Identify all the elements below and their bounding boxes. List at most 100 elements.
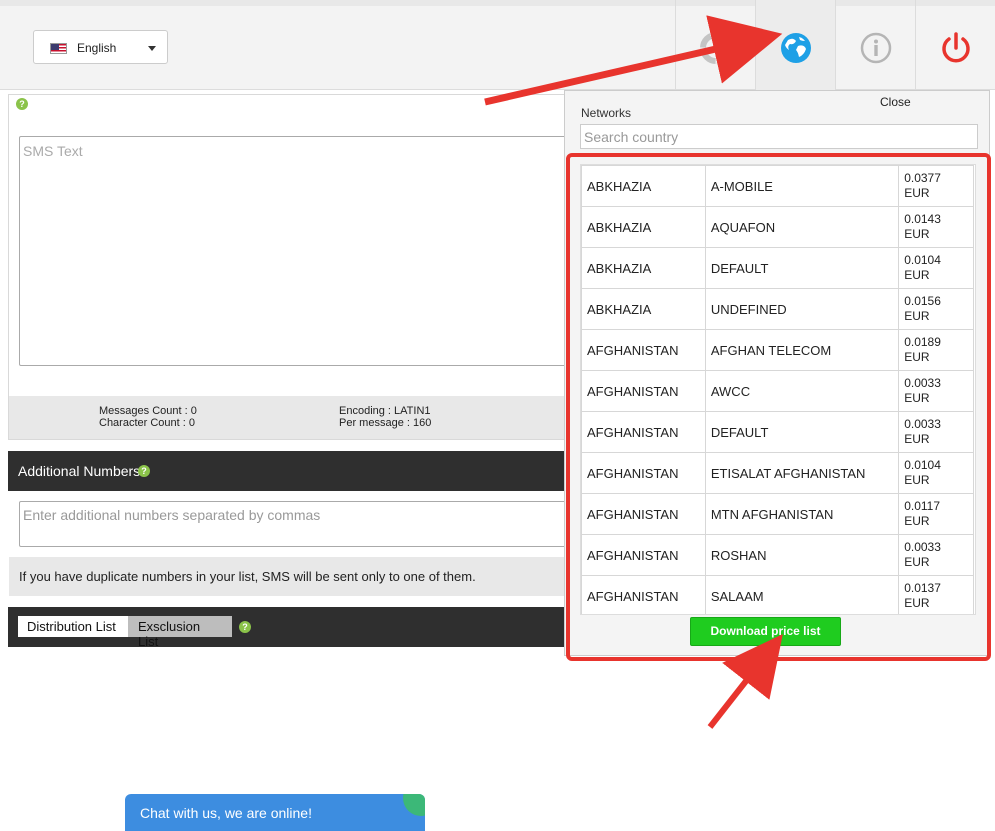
network-price: 0.0104 EUR bbox=[898, 247, 974, 289]
tab-exclusion-list[interactable]: Exsclusion List bbox=[128, 616, 232, 649]
help-icon[interactable]: ? bbox=[138, 465, 150, 477]
network-country: ABKHAZIA bbox=[581, 165, 706, 207]
network-country: ABKHAZIA bbox=[581, 206, 706, 248]
close-button[interactable]: Close bbox=[880, 95, 911, 109]
price-value: 0.0033 bbox=[904, 540, 941, 554]
network-price: 0.0137 EUR bbox=[898, 575, 974, 614]
price-currency: EUR bbox=[904, 473, 930, 487]
network-row: AFGHANISTAN MTN AFGHANISTAN 0.0117 EUR bbox=[581, 493, 974, 535]
messages-count: Messages Count : 0 bbox=[99, 405, 197, 417]
network-country: AFGHANISTAN bbox=[581, 534, 706, 576]
logout-button[interactable] bbox=[915, 0, 995, 96]
chevron-down-icon bbox=[148, 46, 156, 51]
help-icon[interactable]: ? bbox=[239, 621, 251, 633]
network-price: 0.0033 EUR bbox=[898, 370, 974, 412]
network-name: ROSHAN bbox=[704, 534, 900, 576]
network-price: 0.0117 EUR bbox=[898, 493, 974, 535]
arrow-to-download bbox=[707, 634, 783, 729]
chat-widget[interactable]: Chat with us, we are online! bbox=[125, 794, 425, 831]
networks-popup: Networks Close Search country ABKHAZIA A-… bbox=[564, 90, 990, 656]
network-price: 0.0104 EUR bbox=[898, 452, 974, 494]
network-price: 0.0033 EUR bbox=[898, 534, 974, 576]
additional-numbers-placeholder: Enter additional numbers separated by co… bbox=[23, 507, 321, 523]
network-price: 0.0143 EUR bbox=[898, 206, 974, 248]
price-currency: EUR bbox=[904, 350, 930, 364]
sms-text-input[interactable]: SMS Text bbox=[19, 136, 579, 366]
price-currency: EUR bbox=[904, 391, 930, 405]
network-row: AFGHANISTAN AWCC 0.0033 EUR bbox=[581, 370, 974, 412]
support-button[interactable] bbox=[675, 0, 755, 96]
price-value: 0.0156 bbox=[904, 294, 941, 308]
network-price: 0.0156 EUR bbox=[898, 288, 974, 330]
search-country-input[interactable]: Search country bbox=[580, 124, 978, 149]
tab-distribution-list[interactable]: Distribution List bbox=[18, 616, 128, 637]
price-value: 0.0104 bbox=[904, 458, 941, 472]
network-country: AFGHANISTAN bbox=[581, 370, 706, 412]
network-name: A-MOBILE bbox=[704, 165, 900, 207]
networks-table-scroll[interactable]: ABKHAZIA A-MOBILE 0.0377 EUR ABKHAZIA AQUAFON… bbox=[580, 164, 976, 615]
network-name: DEFAULT bbox=[704, 247, 900, 289]
price-currency: EUR bbox=[904, 309, 930, 323]
power-icon bbox=[941, 32, 970, 63]
language-select[interactable]: English bbox=[33, 30, 168, 64]
price-value: 0.0117 bbox=[904, 499, 940, 513]
message-stats: Messages Count : 0 Character Count : 0 E… bbox=[9, 396, 574, 439]
price-value: 0.0033 bbox=[904, 376, 941, 390]
chat-badge-icon bbox=[403, 794, 425, 816]
help-icon[interactable]: ? bbox=[16, 98, 28, 110]
download-price-list-button[interactable]: Download price list bbox=[690, 617, 841, 646]
network-row: ABKHAZIA A-MOBILE 0.0377 EUR bbox=[581, 165, 974, 207]
networks-button[interactable] bbox=[755, 0, 835, 96]
network-country: AFGHANISTAN bbox=[581, 575, 706, 614]
additional-numbers-header: Additional Numbers ? bbox=[8, 451, 574, 491]
network-row: ABKHAZIA UNDEFINED 0.0156 EUR bbox=[581, 288, 974, 330]
network-country: ABKHAZIA bbox=[581, 288, 706, 330]
price-currency: EUR bbox=[904, 596, 930, 610]
globe-icon bbox=[780, 33, 811, 63]
network-row: AFGHANISTAN DEFAULT 0.0033 EUR bbox=[581, 411, 974, 453]
price-currency: EUR bbox=[904, 514, 930, 528]
network-price: 0.0189 EUR bbox=[898, 329, 974, 371]
duplicate-note-text: If you have duplicate numbers in your li… bbox=[19, 569, 476, 584]
network-country: AFGHANISTAN bbox=[581, 411, 706, 453]
lists-header: Distribution List Exsclusion List ? bbox=[8, 607, 574, 649]
price-currency: EUR bbox=[904, 186, 930, 200]
network-price: 0.0377 EUR bbox=[898, 165, 974, 207]
language-label: English bbox=[77, 41, 117, 55]
additional-numbers-title: Additional Numbers bbox=[18, 463, 141, 479]
top-header: English bbox=[0, 0, 995, 96]
price-value: 0.0143 bbox=[904, 212, 941, 226]
networks-title: Networks bbox=[581, 106, 632, 120]
network-name: AFGHAN TELECOM bbox=[704, 329, 900, 371]
network-name: MTN AFGHANISTAN bbox=[704, 493, 900, 535]
price-value: 0.0033 bbox=[904, 417, 941, 431]
network-country: AFGHANISTAN bbox=[581, 452, 706, 494]
price-value: 0.0104 bbox=[904, 253, 941, 267]
network-row: AFGHANISTAN AFGHAN TELECOM 0.0189 EUR bbox=[581, 329, 974, 371]
network-row: ABKHAZIA DEFAULT 0.0104 EUR bbox=[581, 247, 974, 289]
network-name: AWCC bbox=[704, 370, 900, 412]
us-flag-icon bbox=[50, 43, 67, 54]
network-name: UNDEFINED bbox=[704, 288, 900, 330]
network-country: AFGHANISTAN bbox=[581, 493, 706, 535]
search-country-placeholder: Search country bbox=[584, 129, 679, 145]
price-currency: EUR bbox=[904, 268, 930, 282]
network-name: AQUAFON bbox=[704, 206, 900, 248]
encoding-value: Encoding : LATIN1 bbox=[339, 405, 431, 417]
additional-numbers-input[interactable]: Enter additional numbers separated by co… bbox=[19, 501, 579, 547]
network-price: 0.0033 EUR bbox=[898, 411, 974, 453]
network-row: AFGHANISTAN SALAAM 0.0137 EUR bbox=[581, 575, 974, 614]
network-row: ABKHAZIA AQUAFON 0.0143 EUR bbox=[581, 206, 974, 248]
price-currency: EUR bbox=[904, 227, 930, 241]
chat-label: Chat with us, we are online! bbox=[140, 805, 312, 821]
network-name: ETISALAT AFGHANISTAN bbox=[704, 452, 900, 494]
character-count: Character Count : 0 bbox=[99, 417, 195, 429]
network-country: ABKHAZIA bbox=[581, 247, 706, 289]
per-message-value: Per message : 160 bbox=[339, 417, 432, 429]
info-button[interactable] bbox=[835, 0, 915, 96]
network-row: AFGHANISTAN ROSHAN 0.0033 EUR bbox=[581, 534, 974, 576]
price-currency: EUR bbox=[904, 555, 930, 569]
duplicate-note: If you have duplicate numbers in your li… bbox=[9, 557, 574, 596]
price-currency: EUR bbox=[904, 432, 930, 446]
network-row: AFGHANISTAN ETISALAT AFGHANISTAN 0.0104 EUR bbox=[581, 452, 974, 494]
